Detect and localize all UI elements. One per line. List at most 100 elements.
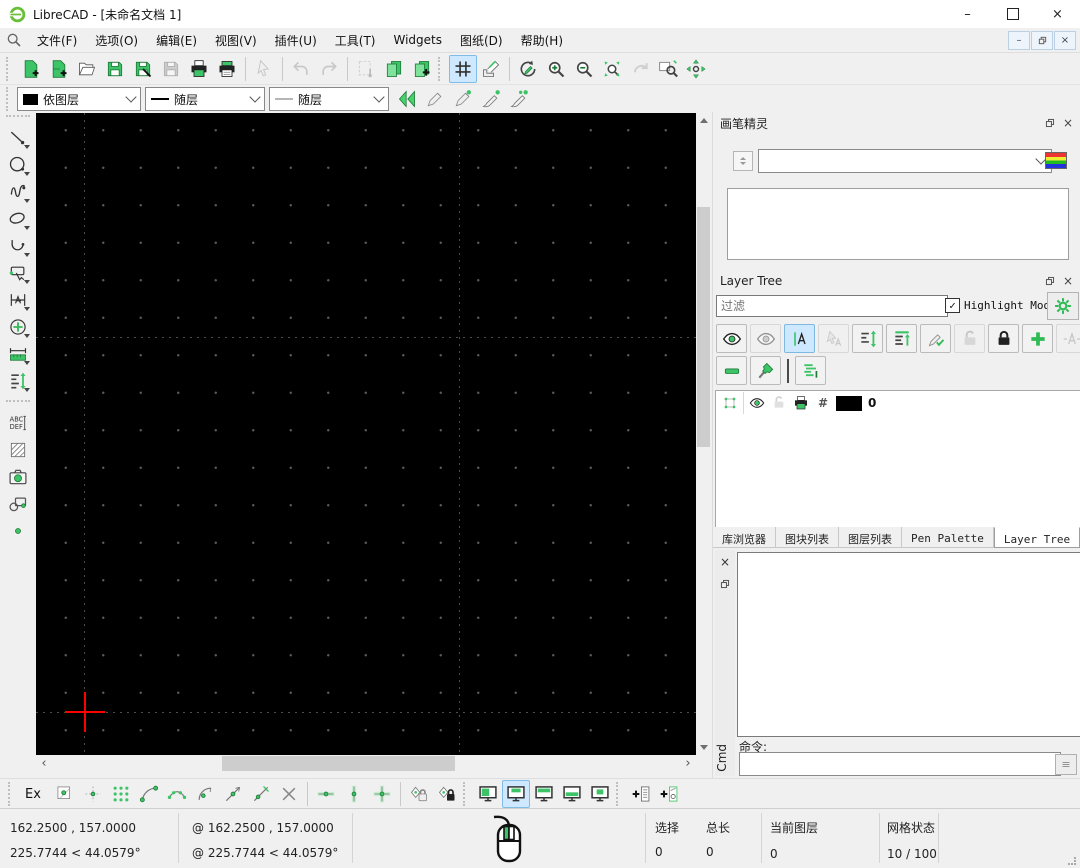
line-type-select[interactable]: 随层: [269, 87, 389, 111]
modify-tool-button[interactable]: [4, 313, 32, 340]
menu-item-view[interactable]: 视图(V): [206, 28, 266, 53]
zoom-in-button[interactable]: [542, 55, 570, 83]
lock-all-layers-button[interactable]: [988, 324, 1019, 353]
scroll-right-button[interactable]: ›: [680, 755, 696, 772]
lock-relative-zero-button[interactable]: [405, 780, 433, 808]
maximize-button[interactable]: [990, 0, 1035, 28]
restrict-nothing-button[interactable]: [368, 780, 396, 808]
toolbar-drag-handle[interactable]: [438, 57, 444, 81]
menu-item-edit[interactable]: 编辑(E): [147, 28, 206, 53]
color-select[interactable]: 依图层: [17, 87, 141, 111]
snap-entity-button[interactable]: [163, 780, 191, 808]
layer-construction-toggle[interactable]: #: [814, 394, 832, 412]
pen-wizard-spinner-button[interactable]: [733, 151, 753, 171]
expand-layer-list-button[interactable]: [795, 356, 826, 385]
menu-item-drawings[interactable]: 图纸(D): [451, 28, 512, 53]
layer-tree-close-button[interactable]: ×: [1059, 273, 1077, 290]
edit-layer-button[interactable]: [750, 356, 781, 385]
open-file-button[interactable]: [73, 55, 101, 83]
layer-visibility-toggle[interactable]: [748, 394, 766, 412]
menu-item-file[interactable]: 文件(F): [28, 28, 86, 53]
layer-select-icon[interactable]: [721, 394, 739, 412]
dock-tab-layer-list[interactable]: 图层列表: [839, 527, 902, 548]
toolbar-drag-handle[interactable]: [6, 57, 12, 81]
redraw-button[interactable]: [514, 55, 542, 83]
set-relative-zero-button[interactable]: [433, 780, 461, 808]
line-width-select[interactable]: 随层: [145, 87, 265, 111]
dimension-leader-tool-button[interactable]: [4, 286, 32, 313]
layer-print-toggle[interactable]: [792, 394, 810, 412]
highlight-mode-checkbox[interactable]: ✓ Highlight Mode: [945, 298, 1057, 313]
ellipse-tool-button[interactable]: [4, 205, 32, 232]
layer-color-swatch[interactable]: [836, 396, 862, 411]
image-tool-button[interactable]: [4, 463, 32, 490]
spline-tool-button[interactable]: [4, 178, 32, 205]
pick-pen-button[interactable]: [421, 85, 449, 113]
snap-center-button[interactable]: [191, 780, 219, 808]
print-button[interactable]: [185, 55, 213, 83]
select-tool-button[interactable]: [4, 259, 32, 286]
layer-row[interactable]: # 0: [716, 391, 1080, 415]
dock-tab-layer-tree[interactable]: Layer Tree: [994, 527, 1080, 548]
draft-view-4-button[interactable]: [558, 780, 586, 808]
scroll-left-button[interactable]: ‹: [36, 755, 52, 772]
paste-button[interactable]: [408, 55, 436, 83]
scroll-up-button[interactable]: [696, 113, 711, 128]
toolbar-drag-handle[interactable]: [6, 87, 12, 111]
hatch-tool-button[interactable]: [4, 436, 32, 463]
draft-view-2-button[interactable]: [502, 780, 530, 808]
copy-button[interactable]: [380, 55, 408, 83]
add-layer-button[interactable]: [1022, 324, 1053, 353]
line-tool-button[interactable]: [4, 124, 32, 151]
resize-grip-icon[interactable]: [1067, 856, 1077, 866]
restrict-horizontal-button[interactable]: [312, 780, 340, 808]
zoom-out-button[interactable]: [570, 55, 598, 83]
draft-view-5-button[interactable]: [586, 780, 614, 808]
layer-lock-toggle[interactable]: [770, 394, 788, 412]
layer-tree-float-button[interactable]: [1041, 273, 1059, 290]
menu-item-plugins[interactable]: 插件(U): [266, 28, 326, 53]
add-command-widget-button[interactable]: [627, 780, 655, 808]
apply-pen-button[interactable]: [449, 85, 477, 113]
circle-tool-button[interactable]: [4, 151, 32, 178]
restrict-vertical-button[interactable]: [340, 780, 368, 808]
new-document-button[interactable]: [17, 55, 45, 83]
toolbar-drag-handle[interactable]: [6, 115, 30, 121]
command-history[interactable]: [737, 552, 1080, 737]
exclusive-snap-label[interactable]: Ex: [25, 787, 41, 802]
toolbar-drag-handle[interactable]: [6, 400, 30, 406]
menu-item-options[interactable]: 选项(O): [86, 28, 147, 53]
command-float-button[interactable]: [715, 576, 735, 592]
toolbar-drag-handle[interactable]: [8, 782, 14, 806]
snap-grid-button[interactable]: [79, 780, 107, 808]
zoom-window-button[interactable]: [654, 55, 682, 83]
dimension-tool-button[interactable]: [4, 340, 32, 367]
text-tool-button[interactable]: [4, 409, 32, 436]
layer-list[interactable]: # 0: [715, 390, 1080, 528]
pen-wizard-float-button[interactable]: [1041, 115, 1059, 132]
polyline-tool-button[interactable]: [4, 232, 32, 259]
sort-layers-button[interactable]: [852, 324, 883, 353]
menu-item-widgets[interactable]: Widgets: [384, 29, 451, 51]
menu-item-tools[interactable]: 工具(T): [326, 28, 385, 53]
remove-layer-button[interactable]: [716, 356, 747, 385]
vertical-scrollbar-thumb[interactable]: [697, 207, 710, 447]
auto-zoom-button[interactable]: [598, 55, 626, 83]
toolbar-drag-handle[interactable]: [616, 782, 622, 806]
draft-view-1-button[interactable]: [474, 780, 502, 808]
pen-wizard-color-button[interactable]: [1045, 152, 1067, 169]
copy-pen-button[interactable]: [477, 85, 505, 113]
pen-wizard-close-button[interactable]: ×: [1059, 115, 1077, 132]
command-close-button[interactable]: ×: [715, 554, 735, 570]
highlight-layer-button[interactable]: [784, 324, 815, 353]
save-button[interactable]: [101, 55, 129, 83]
add-pen-palette-button[interactable]: [655, 780, 683, 808]
horizontal-scrollbar-thumb[interactable]: [222, 756, 455, 771]
scroll-down-button[interactable]: [696, 740, 711, 755]
snap-on-entity-button[interactable]: [107, 780, 135, 808]
snap-endpoint-button[interactable]: [135, 780, 163, 808]
snap-intersection-button[interactable]: [275, 780, 303, 808]
match-layer-pen-button[interactable]: [920, 324, 951, 353]
menu-item-help[interactable]: 帮助(H): [512, 28, 572, 53]
pen-wizard-header[interactable]: 画笔精灵 ×: [713, 112, 1080, 134]
